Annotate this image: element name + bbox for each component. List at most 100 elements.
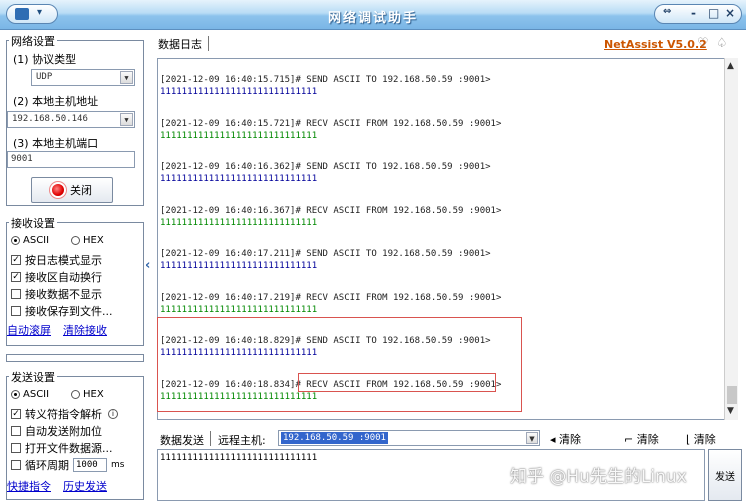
local-host-select[interactable]: 192.168.50.146 ▼ xyxy=(7,111,135,128)
network-settings-group: 网络设置 (1) 协议类型 UDP ▼ (2) 本地主机地址 192.168.5… xyxy=(6,33,144,206)
escape-parse-checkbox[interactable]: ✓ 转义符指令解析 i xyxy=(11,406,118,422)
send-ascii-radio[interactable]: ASCII xyxy=(11,389,49,400)
save-to-file-label: 接收保存到文件... xyxy=(25,305,113,318)
close-window-button[interactable]: × xyxy=(725,6,735,20)
remote-host-label: 远程主机: xyxy=(218,434,266,447)
history-link[interactable]: 历史发送 xyxy=(63,478,107,494)
version-link[interactable]: NetAssist V5.0.2 xyxy=(604,38,707,51)
log-entry-data: 11111111111111111111111111111 xyxy=(160,87,318,97)
network-settings-title: 网络设置 xyxy=(9,33,57,49)
hide-data-checkbox[interactable]: 接收数据不显示 xyxy=(11,286,102,302)
log-scrollbar[interactable]: ▲ ▼ xyxy=(724,58,738,420)
scroll-thumb[interactable] xyxy=(727,386,737,404)
eraser-icon: ⌊ xyxy=(686,433,691,446)
divider xyxy=(208,36,209,51)
empty-checkbox-icon xyxy=(11,289,21,299)
pin-icon[interactable]: ♡ xyxy=(697,36,709,51)
send-button-label: 发送 xyxy=(715,471,735,483)
local-port-label: (3) 本地主机端口 xyxy=(13,137,99,150)
close-connection-button[interactable]: 关闭 xyxy=(31,177,113,203)
log-entry-data: 11111111111111111111111111111 xyxy=(160,217,318,228)
empty-checkbox-icon xyxy=(11,306,21,316)
chevron-down-icon[interactable]: ▼ xyxy=(526,432,538,444)
clear-all-label: 清除 xyxy=(693,433,716,446)
radio-unselected-icon xyxy=(71,236,80,245)
log-entry-header: [2021-12-09 16:40:15.715]# SEND ASCII TO… xyxy=(160,75,491,85)
send-button[interactable]: 发送 xyxy=(708,449,742,501)
protocol-value: UDP xyxy=(36,72,53,82)
protocol-select[interactable]: UDP ▼ xyxy=(31,69,135,86)
clear-remote-label: 清除 xyxy=(559,433,582,446)
scroll-down-icon[interactable]: ▼ xyxy=(727,406,734,416)
info-icon[interactable]: i xyxy=(108,409,118,419)
scroll-up-icon[interactable]: ▲ xyxy=(727,61,734,71)
send-hex-label: HEX xyxy=(83,389,104,400)
auto-append-label: 自动发送附加位 xyxy=(25,425,102,438)
receive-settings-title: 接收设置 xyxy=(9,215,57,231)
log-entry-header: [2021-12-09 16:40:16.367]# RECV ASCII FR… xyxy=(160,205,502,216)
protocol-label: (1) 协议类型 xyxy=(13,53,77,66)
log-entry-data: 11111111111111111111111111111 xyxy=(160,261,318,271)
divider xyxy=(210,431,211,446)
remote-host-value: 192.168.50.59 :9001 xyxy=(281,432,388,444)
broom-icon: ⌐ xyxy=(624,433,634,446)
cycle-period-input[interactable]: 1000 xyxy=(73,458,107,472)
auto-wrap-checkbox[interactable]: ✓ 接收区自动换行 xyxy=(11,269,102,285)
send-hex-radio[interactable]: HEX xyxy=(71,389,104,400)
chevron-down-icon[interactable]: ▼ xyxy=(120,113,133,126)
local-port-input[interactable]: 9001 xyxy=(7,151,135,168)
checkmark-icon: ✓ xyxy=(11,255,21,265)
empty-checkbox-icon xyxy=(11,426,21,436)
receive-ascii-radio[interactable]: ASCII xyxy=(11,235,49,246)
radio-unselected-icon xyxy=(71,390,80,399)
local-host-value: 192.168.50.146 xyxy=(12,114,88,124)
log-mode-label: 按日志模式显示 xyxy=(25,254,102,267)
clear-all-button[interactable]: ⌊ 清除 xyxy=(686,431,716,447)
log-entry-data: 11111111111111111111111111111 xyxy=(160,304,318,315)
auto-scroll-link[interactable]: 自动滚屏 xyxy=(7,322,51,338)
receive-hex-radio[interactable]: HEX xyxy=(71,235,104,246)
bell-icon[interactable]: ♤ xyxy=(716,36,728,51)
log-entry-header: [2021-12-09 16:40:15.721]# RECV ASCII FR… xyxy=(160,118,502,129)
log-entry-data: 11111111111111111111111111111 xyxy=(160,174,318,184)
shortcut-link[interactable]: 快捷指令 xyxy=(7,478,51,494)
power-icon xyxy=(52,184,64,196)
collapse-panel-icon[interactable]: ‹ xyxy=(145,258,150,273)
cycle-unit: ms xyxy=(111,460,125,470)
send-settings-group: 发送设置 ASCII HEX ✓ 转义符指令解析 i 自动发送附加位 打开文件数… xyxy=(6,369,144,500)
file-source-label: 打开文件数据源... xyxy=(25,442,113,455)
send-ascii-label: ASCII xyxy=(23,389,50,400)
log-entry-header: [2021-12-09 16:40:17.219]# RECV ASCII FR… xyxy=(160,292,502,303)
remote-host-select[interactable]: 192.168.50.59 :9001 ▼ xyxy=(278,430,540,446)
highlight-box-outer xyxy=(157,317,522,412)
checkmark-icon: ✓ xyxy=(11,272,21,282)
clear-receive-link[interactable]: 清除接收 xyxy=(63,322,107,338)
pin-icon[interactable]: ⇔ xyxy=(663,6,671,17)
auto-append-checkbox[interactable]: 自动发送附加位 xyxy=(11,423,102,439)
log-entry-data: 11111111111111111111111111111 xyxy=(160,130,318,141)
file-source-checkbox[interactable]: 打开文件数据源... xyxy=(11,440,113,456)
receive-hex-label: HEX xyxy=(83,235,104,246)
log-mode-checkbox[interactable]: ✓ 按日志模式显示 xyxy=(11,252,102,268)
cycle-checkbox[interactable]: 循环周期 1000 ms xyxy=(11,457,124,473)
minimize-button[interactable]: - xyxy=(691,6,696,20)
highlight-box-inner xyxy=(298,373,496,392)
log-entry-header: [2021-12-09 16:40:16.362]# SEND ASCII TO… xyxy=(160,162,491,172)
close-connection-label: 关闭 xyxy=(70,184,92,197)
empty-checkbox-icon xyxy=(11,460,21,470)
window-title: 网络调试助手 xyxy=(327,11,418,26)
clear-remote-button[interactable]: ◂ 清除 xyxy=(550,431,581,447)
local-host-label: (2) 本地主机地址 xyxy=(13,95,99,108)
panel-divider xyxy=(6,354,144,362)
restore-button[interactable]: □ xyxy=(708,6,719,20)
save-to-file-checkbox[interactable]: 接收保存到文件... xyxy=(11,303,113,319)
chevron-down-icon[interactable]: ▼ xyxy=(120,71,133,84)
send-settings-title: 发送设置 xyxy=(9,369,57,385)
log-header: 数据日志 xyxy=(158,38,202,51)
clear-send-button[interactable]: ⌐ 清除 xyxy=(624,431,659,447)
receive-ascii-label: ASCII xyxy=(23,235,50,246)
empty-checkbox-icon xyxy=(11,443,21,453)
receive-settings-group: 接收设置 ASCII HEX ✓ 按日志模式显示 ✓ 接收区自动换行 接收数据不… xyxy=(6,215,144,346)
title-bar: ▾ 网络调试助手 ⇔ - □ × xyxy=(0,0,746,30)
send-text: 11111111111111111111111111111 xyxy=(160,453,318,463)
